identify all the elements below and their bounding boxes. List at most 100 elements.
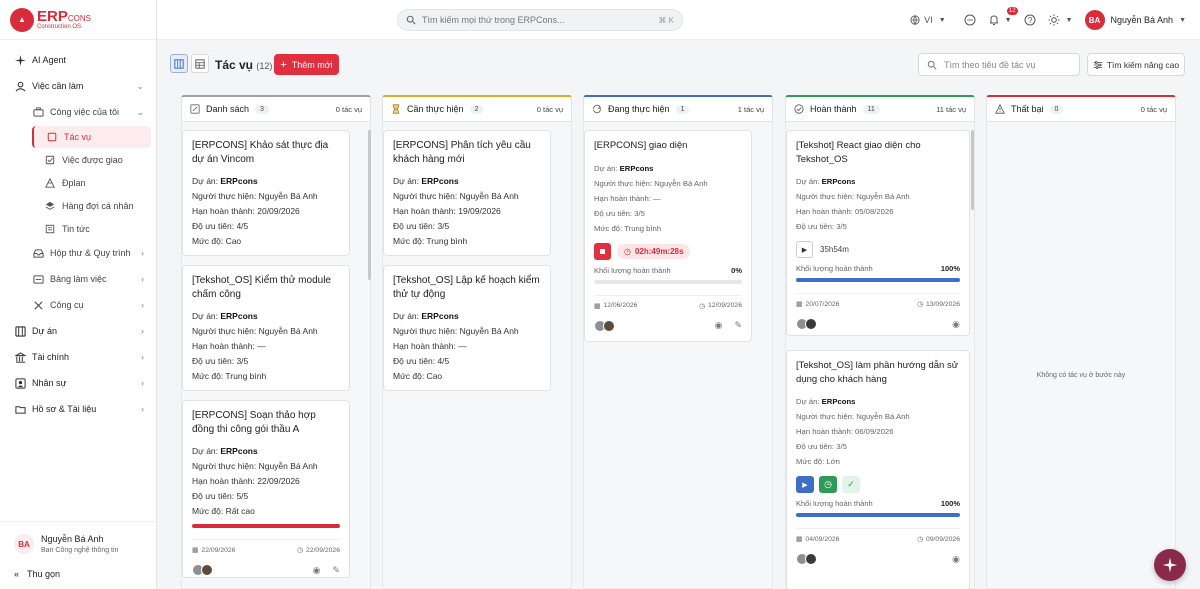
task-priority: Độ ưu tiên: 3/5 xyxy=(192,356,249,366)
sidebar-item-hang-doi-ca-nhan[interactable]: Hàng đợi cá nhân xyxy=(0,195,156,217)
column-scrollbar[interactable] xyxy=(971,130,974,210)
column-scrollbar[interactable] xyxy=(368,130,371,280)
task-card[interactable]: [Tekshot_OS] Lập kế hoạch kiểm thử tự độ… xyxy=(383,265,551,391)
complete-button[interactable]: ✓ xyxy=(842,476,860,493)
task-search-placeholder: Tìm theo tiêu đề tác vụ xyxy=(944,59,1036,70)
task-priority: Độ ưu tiên: 3/5 xyxy=(796,222,847,231)
advanced-search-button[interactable]: Tìm kiếm nâng cao xyxy=(1087,53,1185,76)
table-view-button[interactable] xyxy=(191,54,209,73)
column-total: 0 tác vụ xyxy=(335,104,362,114)
sidebar-item-label: Công việc của tôi xyxy=(50,107,120,117)
task-assignee: Người thực hiện: Nguyễn Bá Anh xyxy=(393,326,519,336)
avatar xyxy=(805,318,817,330)
add-task-label: Thêm mới xyxy=(291,59,333,70)
task-priority: Độ ưu tiên: 3/5 xyxy=(393,221,450,231)
view-icon[interactable]: ◉ xyxy=(952,554,960,565)
task-priority: Độ ưu tiên: 3/5 xyxy=(594,208,645,218)
task-level: Mức độ: Lớn xyxy=(796,457,840,466)
notification-badge: 12 xyxy=(1006,7,1018,15)
task-card[interactable]: [Tekshot] React giao diện cho Tekshot_OS… xyxy=(786,130,970,336)
sidebar-item-label: Công cụ xyxy=(50,300,84,310)
start-date: 20/07/2026 xyxy=(805,300,840,308)
stop-timer-button[interactable] xyxy=(594,242,611,260)
sidebar-item-ai-agent[interactable]: AI Agent xyxy=(0,48,156,72)
task-title: [ERPCONS] Soạn thảo hợp đồng thi công gó… xyxy=(192,410,316,435)
user-menu[interactable]: BA Nguyễn Bá Anh ▼ xyxy=(1084,10,1186,30)
search-shortcut: ⌘ K xyxy=(658,15,674,25)
task-assignee: Người thực hiện: Nguyễn Bá Anh xyxy=(192,326,318,336)
chat-icon xyxy=(964,14,976,26)
sidebar-item-viec-duoc-giao[interactable]: Việc được giao xyxy=(0,149,156,171)
notifications-button[interactable]: 12 ▼ xyxy=(988,7,1018,26)
collapse-button[interactable]: « Thu gọn xyxy=(14,569,60,579)
task-priority: Độ ưu tiên: 4/5 xyxy=(192,221,249,231)
sidebar-item-tac-vu[interactable]: Tác vụ xyxy=(32,126,151,148)
search-icon xyxy=(927,60,937,70)
language-selector[interactable]: VI ▼ xyxy=(910,15,946,25)
task-card[interactable]: [Tekshot_OS] làm phần hướng dẫn sử dụng … xyxy=(786,350,970,589)
kanban-view-button[interactable] xyxy=(170,54,188,73)
column-title: Thất bại xyxy=(1011,104,1044,114)
sidebar-item-dplan[interactable]: Đplan xyxy=(0,172,156,194)
task-card[interactable]: [ERPCONS] giao diện Dự án: ERPcons Người… xyxy=(584,130,752,342)
task-due: Hạn hoàn thành: — xyxy=(192,341,266,351)
sidebar-item-cong-viec-cua-toi[interactable]: Công việc của tôi ⌄ xyxy=(0,100,156,124)
chevron-right-icon: › xyxy=(141,248,144,258)
global-search-input[interactable]: Tìm kiếm mọi thứ trong ERPCons... ⌘ K xyxy=(397,9,683,31)
finance-icon xyxy=(14,351,26,363)
play-timer-button[interactable]: ▶ xyxy=(796,241,813,258)
clock-icon: ◷ xyxy=(917,301,923,308)
sidebar-item-tai-chinh[interactable]: Tài chính › xyxy=(0,345,156,369)
ai-assistant-button[interactable] xyxy=(1154,549,1186,581)
task-title-search-input[interactable]: Tìm theo tiêu đề tác vụ xyxy=(918,53,1080,76)
sidebar-item-tin-tuc[interactable]: Tin tức xyxy=(0,218,156,240)
logo[interactable]: ▲ ERPCONS Construction OS xyxy=(0,0,156,40)
sidebar-user[interactable]: BA Nguyễn Bá Anh Ban Công nghệ thông tin xyxy=(0,521,156,566)
task-footer: ◉ xyxy=(796,551,960,567)
task-assignee: Người thực hiện: Nguyễn Bá Anh xyxy=(393,191,519,201)
view-icon[interactable]: ◉ xyxy=(952,319,960,330)
task-card[interactable]: [ERPCONS] Khảo sát thực địa dự án Vincom… xyxy=(182,130,350,256)
history-button[interactable]: ◷ xyxy=(819,476,837,493)
task-title: [Tekshot_OS] Kiểm thử module chấm công xyxy=(192,275,331,300)
help-button[interactable]: ? xyxy=(1024,14,1036,26)
sidebar-item-bang-lam-viec[interactable]: Bảng làm việc › xyxy=(0,267,156,291)
start-date: 22/09/2026 xyxy=(201,546,236,554)
column-count-badge: 11 xyxy=(862,104,880,114)
svg-text:?: ? xyxy=(1028,16,1033,25)
chevron-down-icon: ⌄ xyxy=(136,106,144,117)
sidebar-item-cong-cu[interactable]: Công cụ › xyxy=(0,293,156,317)
sidebar-item-label: Dự án xyxy=(32,326,58,336)
column-body: [ERPCONS] Khảo sát thực địa dự án Vincom… xyxy=(181,122,371,589)
column-title: Cần thực hiện xyxy=(407,104,464,114)
theme-toggle[interactable]: ▼ xyxy=(1048,14,1073,26)
inbox-icon xyxy=(32,247,44,259)
sidebar-item-ho-so[interactable]: Hồ sơ & Tài liệu › xyxy=(0,397,156,421)
edit-icon[interactable]: ✎ xyxy=(734,320,742,331)
column-total: 1 tác vụ xyxy=(737,104,764,114)
chevron-down-icon: ⌄ xyxy=(136,80,144,91)
column-title: Danh sách xyxy=(206,104,250,114)
check-square-icon xyxy=(44,154,56,166)
view-icon[interactable]: ◉ xyxy=(715,320,723,331)
person-icon xyxy=(14,377,26,389)
end-date: 13/09/2026 xyxy=(925,300,960,308)
task-card[interactable]: [ERPCONS] Soạn thảo hợp đồng thi công gó… xyxy=(182,400,350,578)
task-card[interactable]: [Tekshot_OS] Kiểm thử module chấm công D… xyxy=(182,265,350,391)
sidebar-item-label: Nhân sự xyxy=(32,378,67,388)
sidebar-item-hop-thu[interactable]: Hộp thư & Quy trình › xyxy=(0,241,156,265)
play-button[interactable]: ▶ xyxy=(796,476,814,493)
task-project: Dự án: ERPcons xyxy=(796,397,856,406)
sidebar-item-label: Đplan xyxy=(62,178,86,188)
sidebar-item-du-an[interactable]: Dự án › xyxy=(0,319,156,343)
sidebar-item-nhan-su[interactable]: Nhân sự › xyxy=(0,371,156,395)
edit-icon[interactable]: ✎ xyxy=(332,565,340,576)
timer-display: ◷ 02h:49m:28s xyxy=(617,243,691,259)
column-body: [Tekshot] React giao diện cho Tekshot_OS… xyxy=(785,122,975,589)
task-card[interactable]: [ERPCONS] Phân tích yêu cầu khách hàng m… xyxy=(383,130,551,256)
add-task-button[interactable]: + Thêm mới xyxy=(274,54,339,75)
advanced-search-label: Tìm kiếm nâng cao xyxy=(1106,59,1180,70)
chat-button[interactable] xyxy=(964,14,976,26)
sidebar-item-viec-can-lam[interactable]: Việc cần làm ⌄ xyxy=(0,74,156,98)
view-icon[interactable]: ◉ xyxy=(313,565,321,576)
